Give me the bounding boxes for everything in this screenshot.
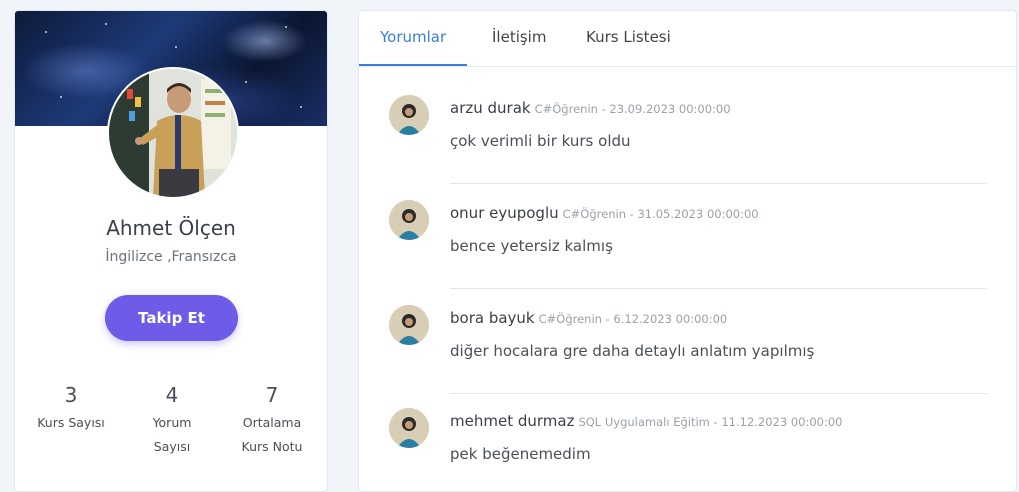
- commenter-avatar: [389, 200, 429, 240]
- stat-label: Yorum Sayısı: [152, 415, 192, 454]
- profile-name: Ahmet Ölçen: [106, 216, 236, 240]
- commenter-avatar: [389, 408, 429, 448]
- stat-label: Ortalama Kurs Notu: [241, 415, 303, 454]
- comment-item: bora bayuk C#Öğrenin - 6.12.2023 00:00:00…: [389, 288, 987, 393]
- comment-divider: [450, 393, 987, 394]
- comment-meta: bora bayuk C#Öğrenin - 6.12.2023 00:00:00: [450, 308, 727, 327]
- comment-text: pek beğenemedim: [450, 445, 591, 463]
- comment-divider: [450, 183, 987, 184]
- comment-author: bora bayuk: [450, 309, 535, 327]
- comment-info: C#Öğrenin - 31.05.2023 00:00:00: [562, 207, 759, 221]
- profile-languages: İngilizce ,Fransızca: [105, 249, 237, 265]
- follow-button[interactable]: Takip Et: [105, 295, 238, 341]
- stat-label: Kurs Sayısı: [37, 415, 105, 430]
- comment-author: arzu durak: [450, 99, 531, 117]
- profile-avatar: [107, 67, 239, 199]
- tab-course-list[interactable]: Kurs Listesi: [586, 11, 671, 66]
- stat-value: 4: [165, 383, 179, 407]
- comment-info: C#Öğrenin - 6.12.2023 00:00:00: [538, 312, 728, 326]
- comment-meta: mehmet durmaz SQL Uygulamalı Eğitim - 11.…: [450, 411, 843, 430]
- commenter-avatar: [389, 305, 429, 345]
- comment-author: mehmet durmaz: [450, 412, 575, 430]
- comment-divider: [450, 288, 987, 289]
- comment-info: SQL Uygulamalı Eğitim - 11.12.2023 00:00…: [578, 415, 843, 429]
- commenter-avatar: [389, 95, 429, 135]
- comment-text: çok verimli bir kurs oldu: [450, 132, 631, 150]
- comment-text: diğer hocalara gre daha detaylı anlatım …: [450, 342, 815, 360]
- content-card: Yorumlar İletişim Kurs Listesi arzu dura…: [358, 10, 1017, 492]
- tab-contact[interactable]: İletişim: [492, 11, 546, 66]
- comment-meta: onur eyupoglu C#Öğrenin - 31.05.2023 00:0…: [450, 203, 759, 222]
- stat-average-rating: 7 Ortalama Kurs Notu: [222, 383, 322, 459]
- comment-meta: arzu durak C#Öğrenin - 23.09.2023 00:00:0…: [450, 98, 731, 117]
- comment-info: C#Öğrenin - 23.09.2023 00:00:00: [534, 102, 731, 116]
- stat-comment-count: 4 Yorum Sayısı: [122, 383, 222, 459]
- comment-text: bence yetersiz kalmış: [450, 237, 613, 255]
- comment-item: mehmet durmaz SQL Uygulamalı Eğitim - 11.…: [389, 393, 987, 491]
- stat-course-count: 3 Kurs Sayısı: [21, 383, 121, 435]
- profile-card: Ahmet Ölçen İngilizce ,Fransızca Takip E…: [14, 10, 328, 492]
- tab-bar: Yorumlar İletişim Kurs Listesi: [359, 11, 1016, 67]
- comment-author: onur eyupoglu: [450, 204, 559, 222]
- comment-item: onur eyupoglu C#Öğrenin - 31.05.2023 00:0…: [389, 183, 987, 288]
- stat-value: 7: [265, 383, 279, 407]
- stat-value: 3: [64, 383, 78, 407]
- tab-comments[interactable]: Yorumlar: [359, 11, 468, 66]
